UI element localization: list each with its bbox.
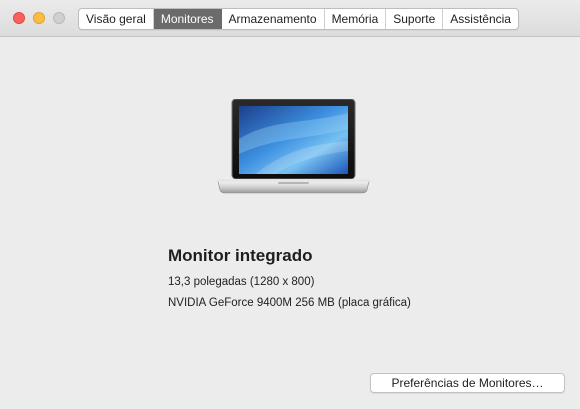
tab-displays[interactable]: Monitores bbox=[153, 9, 222, 29]
tab-overview[interactable]: Visão geral bbox=[79, 9, 154, 29]
tab-service[interactable]: Assistência bbox=[443, 9, 518, 29]
tab-support[interactable]: Suporte bbox=[386, 9, 444, 29]
display-title: Monitor integrado bbox=[168, 246, 313, 265]
zoom-window-button bbox=[53, 12, 65, 24]
laptop-icon bbox=[217, 99, 370, 194]
minimize-window-button[interactable] bbox=[33, 12, 45, 24]
tab-storage[interactable]: Armazenamento bbox=[222, 9, 325, 29]
display-preferences-button[interactable]: Preferências de Monitores… bbox=[370, 373, 565, 393]
tab-memory[interactable]: Memória bbox=[325, 9, 387, 29]
about-this-mac-window: Visão geral Monitores Armazenamento Memó… bbox=[0, 0, 580, 409]
title-bar: Visão geral Monitores Armazenamento Memó… bbox=[0, 0, 580, 37]
tab-bar: Visão geral Monitores Armazenamento Memó… bbox=[78, 8, 519, 30]
close-window-button[interactable] bbox=[13, 12, 25, 24]
graphics-card-info: NVIDIA GeForce 9400M 256 MB (placa gráfi… bbox=[168, 297, 411, 309]
display-size-resolution: 13,3 polegadas (1280 x 800) bbox=[168, 276, 315, 288]
